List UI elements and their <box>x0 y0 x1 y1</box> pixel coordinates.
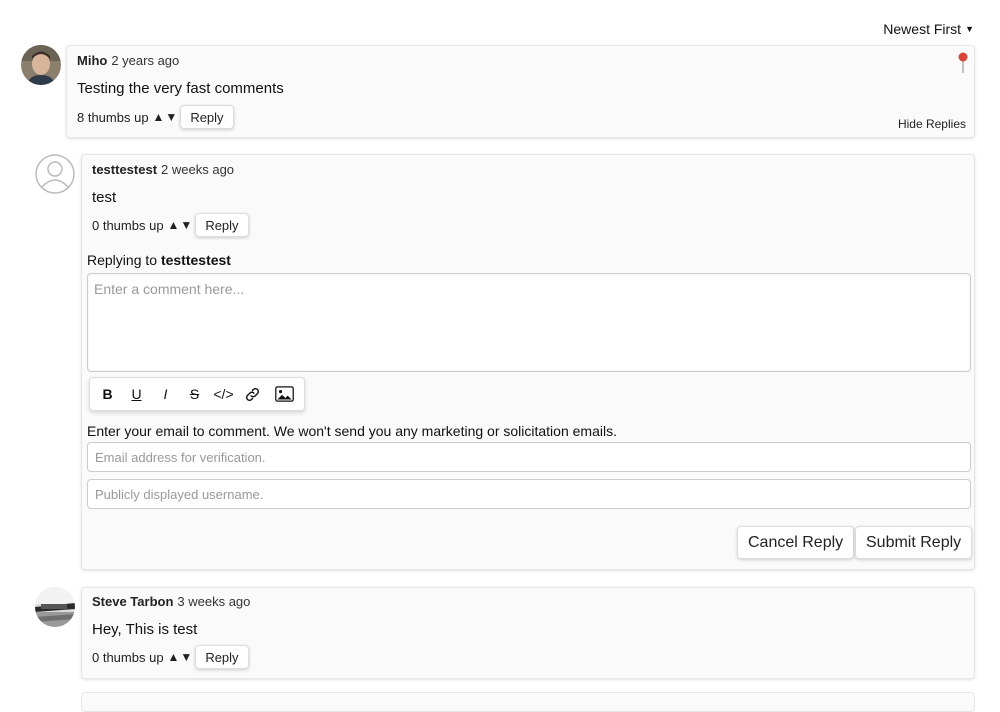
comment-text: test <box>92 189 117 206</box>
default-user-icon <box>35 154 75 194</box>
code-button[interactable]: </> <box>209 378 238 410</box>
vote-count: 0 thumbs up <box>92 649 164 665</box>
vote-count: 8 thumbs up <box>77 109 149 125</box>
comment-text: Hey, This is test <box>92 621 198 638</box>
reply-button[interactable]: Reply <box>195 645 249 669</box>
comment-meta: testtestest 2 weeks ago <box>92 162 234 177</box>
comment-textarea[interactable] <box>87 273 971 372</box>
vote-arrows[interactable]: ▲▼ <box>168 650 194 664</box>
caret-down-icon: ▼ <box>965 24 974 34</box>
hide-replies-link[interactable]: Hide Replies <box>898 117 966 131</box>
avatar[interactable] <box>21 45 61 85</box>
pin-icon <box>958 52 968 73</box>
vote-count: 0 thumbs up <box>92 217 164 233</box>
strikethrough-button[interactable]: S <box>180 378 209 410</box>
user-photo-icon <box>35 587 75 627</box>
avatar[interactable] <box>35 154 75 194</box>
comment-card-partial <box>81 692 975 712</box>
comment-tools: 8 thumbs up ▲▼ Reply <box>77 105 234 129</box>
cancel-reply-button[interactable]: Cancel Reply <box>737 526 855 559</box>
comment-author[interactable]: testtestest <box>92 162 157 177</box>
vote-arrows[interactable]: ▲▼ <box>168 218 194 232</box>
sort-dropdown[interactable]: Newest First ▼ <box>883 21 974 37</box>
comment-tools: 0 thumbs up ▲▼ Reply <box>92 213 249 237</box>
email-field[interactable] <box>87 442 971 472</box>
image-icon <box>274 386 294 402</box>
comment-text: Testing the very fast comments <box>77 80 284 97</box>
reply-button[interactable]: Reply <box>195 213 249 237</box>
reply-button[interactable]: Reply <box>180 105 234 129</box>
comment-time[interactable]: 3 weeks ago <box>177 594 250 609</box>
submit-reply-button[interactable]: Submit Reply <box>855 526 973 559</box>
vote-arrows[interactable]: ▲▼ <box>153 110 179 124</box>
replying-to-user: testtestest <box>160 252 231 268</box>
comment-author[interactable]: Miho <box>77 53 107 68</box>
formatting-toolbar: B U I S </> <box>89 377 305 411</box>
italic-button[interactable]: I <box>151 378 180 410</box>
comment-time[interactable]: 2 weeks ago <box>161 162 234 177</box>
comment-time[interactable]: 2 years ago <box>111 53 179 68</box>
comment-meta: Steve Tarbon 3 weeks ago <box>92 594 250 609</box>
comment-card: Miho 2 years ago Testing the very fast co… <box>66 45 975 138</box>
replying-to-label: Replying to testtestest <box>87 252 231 268</box>
underline-button[interactable]: U <box>122 378 151 410</box>
comment-tools: 0 thumbs up ▲▼ Reply <box>92 645 249 669</box>
user-photo-icon <box>21 45 61 85</box>
comment-author[interactable]: Steve Tarbon <box>92 594 173 609</box>
avatar[interactable] <box>35 587 75 627</box>
username-field[interactable] <box>87 479 971 509</box>
link-icon <box>246 387 259 401</box>
sort-label: Newest First <box>883 21 962 37</box>
image-button[interactable] <box>267 378 301 410</box>
bold-button[interactable]: B <box>93 378 122 410</box>
comment-card: Steve Tarbon 3 weeks ago Hey, This is tes… <box>81 587 975 679</box>
email-note: Enter your email to comment. We won't se… <box>87 423 617 439</box>
reply-card: testtestest 2 weeks ago test 0 thumbs up … <box>81 154 975 570</box>
link-button[interactable] <box>238 378 267 410</box>
comment-meta: Miho 2 years ago <box>77 53 179 68</box>
